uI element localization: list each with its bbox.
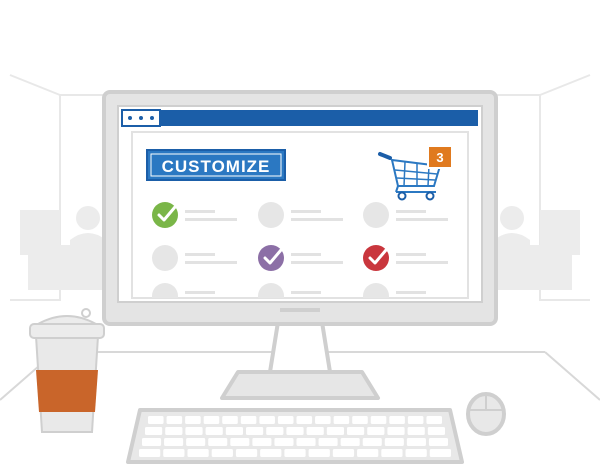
keyboard-key [166, 416, 183, 424]
keyboard-key [187, 449, 209, 457]
option-label-line [291, 291, 321, 294]
cart-count: 3 [436, 150, 443, 165]
keyboard-key [426, 416, 442, 424]
keyboard-key [266, 427, 284, 435]
keyboard-key [381, 449, 403, 457]
keyboard-key [306, 427, 324, 435]
keyboard-key [428, 438, 448, 446]
keyboard-key [277, 416, 294, 424]
keyboard-key [185, 416, 201, 424]
office-worker-left [20, 206, 108, 290]
keyboard-key [429, 449, 451, 457]
keyboard [126, 408, 464, 464]
keyboard-key [145, 427, 163, 435]
keyboard-key [211, 449, 233, 457]
keyboard-key [326, 427, 344, 435]
keyboard-key [163, 449, 185, 457]
keyboard-key [427, 427, 445, 435]
keyboard-key [185, 427, 203, 435]
keyboard-key [340, 438, 360, 446]
keyboard-key [235, 449, 258, 457]
keyboard-key [252, 438, 272, 446]
option-grid [152, 202, 448, 298]
keyboard-key [165, 427, 183, 435]
option-label-line [185, 253, 215, 256]
keyboard-key [352, 416, 368, 424]
keyboard-key [332, 449, 355, 457]
window-dot-icon [128, 116, 132, 120]
window-dot-icon [150, 116, 154, 120]
browser-window [121, 109, 478, 299]
cart-count-badge: 3 [427, 145, 453, 169]
option-label-line [291, 253, 321, 256]
option-label-line [396, 291, 426, 294]
keyboard-key [347, 427, 365, 435]
option-label-line [396, 210, 426, 213]
coffee-cup [29, 308, 105, 433]
keyboard-key [407, 416, 424, 424]
keyboard-key [318, 438, 338, 446]
keyboard-key [405, 449, 427, 457]
customize-label: CUSTOMIZE [162, 157, 271, 176]
keyboard-key [286, 427, 304, 435]
keyboard-key [139, 449, 161, 457]
keyboard-key [370, 416, 387, 424]
option-radio[interactable] [363, 202, 389, 228]
keyboard-key [240, 416, 257, 424]
keyboard-key [225, 427, 243, 435]
keyboard-key [246, 427, 264, 435]
keyboard-key [203, 416, 220, 424]
keyboard-key [384, 438, 404, 446]
keyboard-key [259, 416, 275, 424]
option-radio[interactable] [258, 202, 284, 228]
option-label-line [291, 261, 343, 264]
keyboard-key [362, 438, 382, 446]
monitor-stand [220, 320, 380, 400]
option-label-line [396, 253, 426, 256]
keyboard-key [406, 438, 426, 446]
option-radio[interactable] [152, 245, 178, 271]
keyboard-key [387, 427, 405, 435]
option-label-line [185, 210, 215, 213]
option-label-line [396, 261, 448, 264]
customize-banner[interactable]: CUSTOMIZE [146, 149, 286, 181]
keyboard-key [308, 449, 330, 457]
keyboard-key [186, 438, 206, 446]
keyboard-key [164, 438, 184, 446]
keyboard-key [142, 438, 162, 446]
keyboard-key [274, 438, 294, 446]
keyboard-key [407, 427, 425, 435]
option-label-line [185, 218, 237, 221]
keyboard-key [296, 416, 313, 424]
option-label-line [291, 218, 343, 221]
keyboard-key [357, 449, 379, 457]
keyboard-key [333, 416, 350, 424]
option-label-line [291, 210, 321, 213]
window-dot-icon [139, 116, 143, 120]
option-label-line [396, 218, 448, 221]
keyboard-key [367, 427, 385, 435]
option-label-line [185, 291, 215, 294]
illustration: CUSTOMIZE 3 [0, 74, 600, 464]
keyboard-key [205, 427, 223, 435]
keyboard-key [284, 449, 306, 457]
keyboard-key [389, 416, 405, 424]
keyboard-key [230, 438, 250, 446]
keyboard-key [315, 416, 331, 424]
keyboard-key [222, 416, 238, 424]
office-worker-right [492, 206, 580, 290]
keyboard-key [208, 438, 228, 446]
keyboard-key [296, 438, 316, 446]
keyboard-key [260, 449, 282, 457]
keyboard-key [148, 416, 164, 424]
mouse [466, 392, 506, 436]
option-label-line [185, 261, 237, 264]
